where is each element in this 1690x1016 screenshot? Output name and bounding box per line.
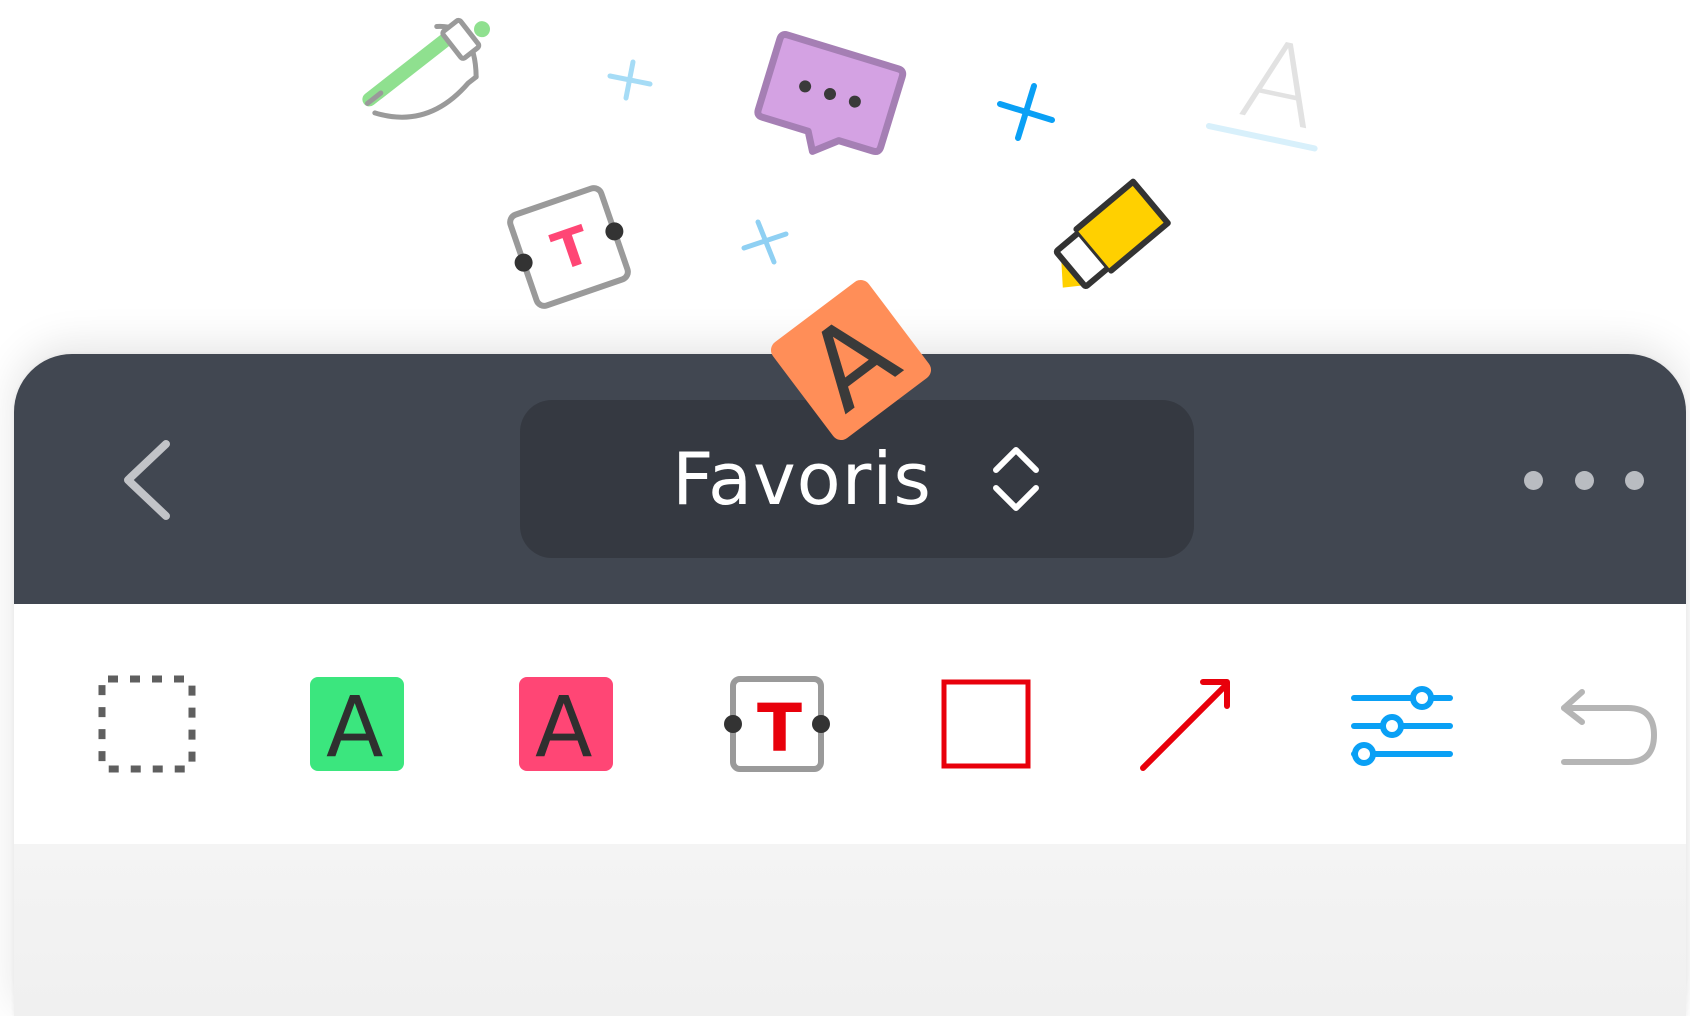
- svg-text:T: T: [757, 690, 802, 767]
- selection-tool-button[interactable]: [82, 604, 212, 844]
- svg-text:T: T: [545, 215, 599, 283]
- faded-letter-a-icon: A: [1205, 14, 1331, 155]
- page-title: Favoris: [672, 437, 932, 521]
- yellow-highlighter-icon: [1053, 178, 1171, 289]
- svg-text:A: A: [326, 678, 383, 776]
- svg-text:A: A: [1231, 14, 1331, 155]
- ellipsis-icon: [1524, 470, 1543, 490]
- chevron-up-down-icon: [992, 447, 1039, 511]
- text-box-tool-button[interactable]: T: [711, 604, 841, 844]
- favorites-selector[interactable]: Favoris: [520, 400, 1194, 558]
- svg-text:A: A: [535, 678, 592, 776]
- dashed-selection-icon: [98, 675, 196, 773]
- rectangle-tool-button[interactable]: [920, 604, 1050, 844]
- highlight-pink-tool-button[interactable]: A: [501, 604, 631, 844]
- green-letter-a-icon: A: [310, 677, 404, 776]
- pink-letter-a-icon: A: [519, 677, 613, 776]
- app-window: Favoris A A T: [14, 354, 1686, 1016]
- highlight-green-tool-button[interactable]: A: [292, 604, 422, 844]
- text-box-icon: T: [724, 676, 830, 772]
- sparkle-icon: [741, 219, 789, 265]
- more-options-button[interactable]: [1524, 450, 1644, 510]
- back-button[interactable]: [94, 424, 204, 534]
- arrow-tool-button[interactable]: [1129, 604, 1259, 844]
- text-box-icon: T: [507, 185, 631, 309]
- sparkle-icon: [607, 59, 653, 101]
- annotation-toolbar: A A T: [14, 604, 1686, 844]
- chevron-left-icon: [124, 440, 170, 520]
- sliders-icon: [1351, 686, 1453, 766]
- navigation-bar: Favoris: [14, 354, 1686, 604]
- red-arrow-icon: [1140, 679, 1230, 771]
- speech-bubble-icon: [754, 31, 907, 156]
- undo-button[interactable]: [1548, 604, 1678, 844]
- document-area[interactable]: [14, 844, 1686, 1016]
- sparkle-icon: [997, 83, 1055, 141]
- green-marker-icon: [362, 17, 491, 120]
- undo-icon: [1561, 689, 1657, 765]
- settings-tool-button[interactable]: [1338, 604, 1468, 844]
- red-square-icon: [941, 679, 1031, 769]
